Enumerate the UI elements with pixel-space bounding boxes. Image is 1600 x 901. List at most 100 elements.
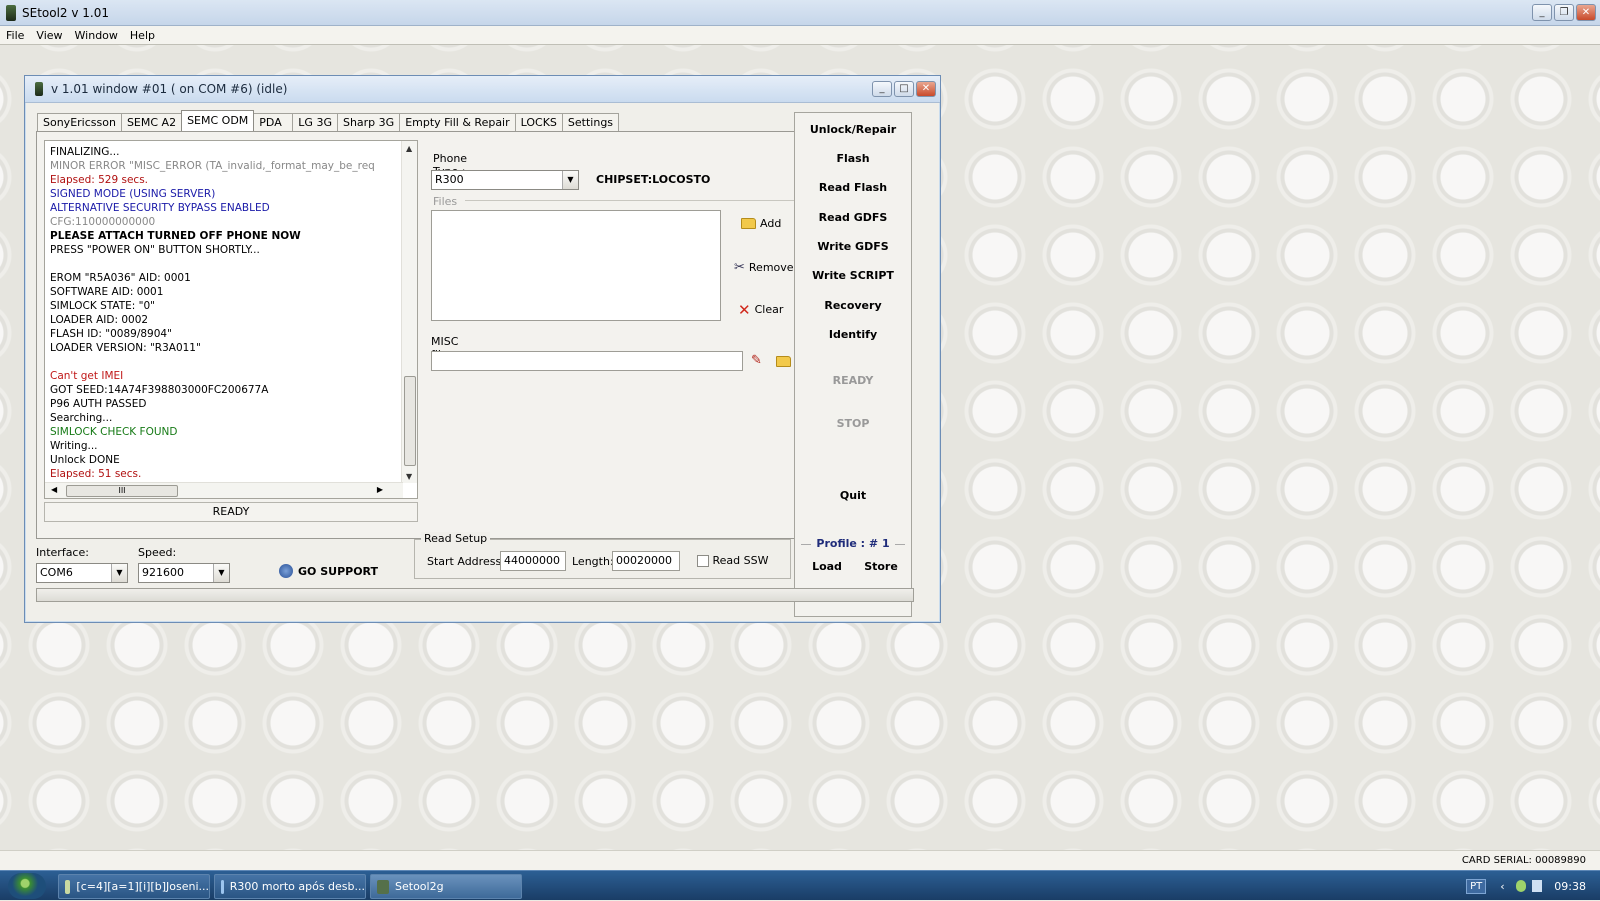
- log-status: READY: [44, 502, 418, 522]
- store-button[interactable]: Store: [863, 560, 899, 573]
- scroll-thumb-horizontal[interactable]: III: [66, 485, 178, 497]
- tab-sonyericsson[interactable]: SonyEricsson: [37, 113, 122, 131]
- app-title: SEtool2 v 1.01: [22, 5, 110, 20]
- scroll-left-icon[interactable]: ◀: [51, 485, 57, 494]
- scroll-thumb[interactable]: [404, 376, 416, 466]
- remove-button[interactable]: ✂ Remove: [734, 260, 794, 275]
- log-line: Unlock DONE: [50, 454, 120, 466]
- log-line: FLASH ID: "0089/8904": [50, 328, 172, 340]
- maximize-icon[interactable]: □: [894, 81, 914, 97]
- menu-view[interactable]: View: [30, 29, 68, 42]
- start-button[interactable]: [8, 873, 46, 899]
- go-support-button[interactable]: GO SUPPORT: [279, 564, 378, 578]
- tab-locks[interactable]: LOCKS: [514, 113, 563, 131]
- misc-files-input[interactable]: [431, 351, 743, 371]
- start-address-label: Start Address:: [427, 555, 505, 568]
- log-line: Elapsed: 529 secs.: [50, 174, 149, 186]
- scissors-icon: ✂: [734, 260, 745, 275]
- log-line: Can't get IMEI: [50, 370, 124, 382]
- child-window: v 1.01 window #01 ( on COM #6) (idle) _ …: [24, 75, 941, 623]
- read-ssw-label: Read SSW: [712, 554, 769, 567]
- files-list[interactable]: [431, 210, 721, 321]
- chevron-down-icon[interactable]: ▼: [562, 171, 578, 189]
- tab-empty-fill-repair[interactable]: Empty Fill & Repair: [399, 113, 516, 131]
- minimize-icon[interactable]: _: [1532, 4, 1552, 21]
- identify-button[interactable]: Identify: [795, 328, 911, 341]
- read-ssw-checkbox[interactable]: Read SSW: [697, 554, 768, 567]
- quit-button[interactable]: Quit: [795, 489, 911, 502]
- add-button[interactable]: Add: [741, 217, 781, 230]
- taskbar-item-label: Setool2g: [395, 880, 444, 893]
- menu-help[interactable]: Help: [124, 29, 161, 42]
- chevron-down-icon[interactable]: ▼: [111, 564, 127, 582]
- folder-icon[interactable]: [776, 356, 791, 367]
- tab-semc-odm[interactable]: SEMC ODM: [181, 110, 255, 131]
- interface-select[interactable]: COM6 ▼: [36, 563, 128, 583]
- app-icon: [6, 4, 16, 21]
- tab-settings[interactable]: Settings: [561, 113, 620, 131]
- menu-window[interactable]: Window: [69, 29, 124, 42]
- app-icon: [377, 879, 389, 894]
- child-window-controls: _ □ ✕: [872, 81, 936, 97]
- tab-pda[interactable]: PDA: [253, 113, 294, 131]
- clock[interactable]: 09:38: [1554, 880, 1586, 893]
- language-indicator[interactable]: PT: [1466, 878, 1487, 894]
- log-line: FINALIZING...: [50, 146, 120, 158]
- scroll-right-icon[interactable]: ▶: [377, 485, 383, 494]
- write-script-button[interactable]: Write SCRIPT: [795, 269, 911, 282]
- close-icon[interactable]: ✕: [916, 81, 936, 97]
- menu-file[interactable]: File: [0, 29, 30, 42]
- system-tray: PT ‹ 09:38: [1466, 871, 1600, 901]
- log-text: FINALIZING... MINOR ERROR "MISC_ERROR (TA…: [50, 145, 390, 480]
- phone-type-select[interactable]: R300 ▼: [431, 170, 579, 190]
- user-icon[interactable]: [1516, 880, 1527, 892]
- log-vertical-scrollbar[interactable]: ▲ ▼: [401, 141, 417, 483]
- taskbar-item-browser[interactable]: R300 morto após desb...: [214, 874, 366, 899]
- scroll-down-icon[interactable]: ▼: [406, 472, 412, 481]
- load-button[interactable]: Load: [811, 560, 843, 573]
- tab-sharp-3g[interactable]: Sharp 3G: [336, 113, 401, 131]
- speed-select[interactable]: 921600 ▼: [138, 563, 230, 583]
- log-horizontal-scrollbar[interactable]: ◀ III ▶: [45, 482, 403, 498]
- app-window-controls: _ ❐ ✕: [1532, 4, 1596, 21]
- write-gdfs-button[interactable]: Write GDFS: [795, 240, 911, 253]
- go-support-label: GO SUPPORT: [298, 564, 379, 578]
- log-line: MINOR ERROR "MISC_ERROR (TA_invalid,_for…: [50, 160, 375, 172]
- log-line: GOT SEED:14A74F398803000FC200677A: [50, 384, 269, 396]
- taskbar-item-setool[interactable]: Setool2g: [370, 874, 522, 899]
- browser-icon: [221, 879, 224, 894]
- speed-value: 921600: [142, 566, 184, 579]
- child-window-title: v 1.01 window #01 ( on COM #6) (idle): [51, 82, 288, 96]
- menu-bar: File View Window Help: [0, 26, 1600, 45]
- log-line: EROM "R5A036" AID: 0001: [50, 272, 191, 284]
- taskbar-item-forum[interactable]: [c=4][a=1][i][b]Joseni...: [58, 874, 210, 899]
- clear-button[interactable]: ✕ Clear: [738, 302, 784, 317]
- phone-type-value: R300: [435, 173, 464, 186]
- child-window-titlebar[interactable]: v 1.01 window #01 ( on COM #6) (idle) _ …: [25, 76, 940, 103]
- checkbox-icon[interactable]: [697, 555, 709, 567]
- scroll-up-icon[interactable]: ▲: [406, 144, 412, 153]
- stop-button[interactable]: STOP: [795, 417, 911, 430]
- start-address-input[interactable]: 44000000: [500, 551, 566, 571]
- network-icon[interactable]: [1532, 880, 1543, 892]
- flash-button[interactable]: Flash: [795, 152, 911, 165]
- log-box[interactable]: FINALIZING... MINOR ERROR "MISC_ERROR (TA…: [44, 140, 418, 499]
- restore-icon[interactable]: ❐: [1554, 4, 1574, 21]
- read-setup-group: Read Setup Start Address: 44000000 Lengt…: [414, 532, 791, 579]
- clear-label: Clear: [754, 303, 784, 316]
- chevron-left-icon[interactable]: ‹: [1500, 880, 1510, 893]
- minimize-icon[interactable]: _: [872, 81, 892, 97]
- unlock-repair-button[interactable]: Unlock/Repair: [795, 123, 911, 136]
- length-input[interactable]: 00020000: [612, 551, 680, 571]
- log-line: PLEASE ATTACH TURNED OFF PHONE NOW: [50, 230, 301, 242]
- close-icon[interactable]: ✕: [1576, 4, 1596, 21]
- edit-icon[interactable]: ✎: [751, 353, 762, 368]
- tab-lg-3g[interactable]: LG 3G: [292, 113, 338, 131]
- tab-semc-a2[interactable]: SEMC A2: [120, 113, 183, 131]
- recovery-button[interactable]: Recovery: [795, 299, 911, 312]
- read-gdfs-button[interactable]: Read GDFS: [795, 211, 911, 224]
- log-line: SIMLOCK STATE: "0": [50, 300, 156, 312]
- read-flash-button[interactable]: Read Flash: [795, 181, 911, 194]
- chevron-down-icon[interactable]: ▼: [213, 564, 229, 582]
